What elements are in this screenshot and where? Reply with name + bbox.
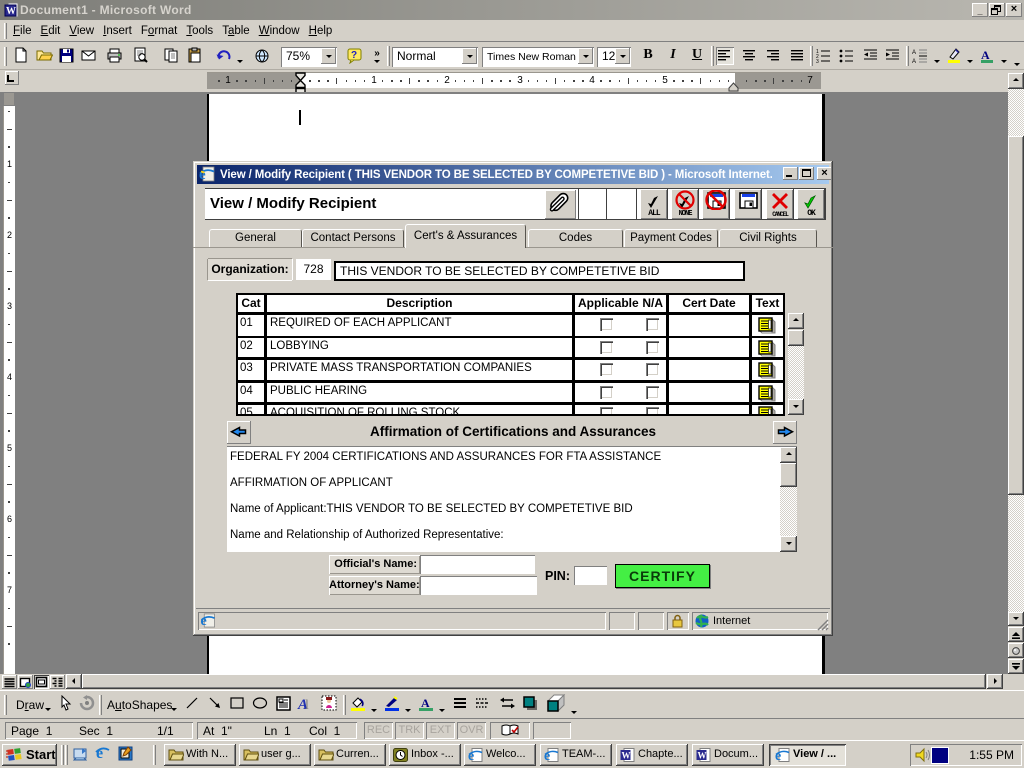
svg-text:e: e (775, 749, 781, 762)
svg-text:3: 3 (816, 59, 819, 64)
svg-text:e: e (199, 167, 206, 182)
svg-text:A: A (981, 48, 990, 62)
svg-text:W: W (6, 6, 16, 17)
svg-text:A: A (912, 50, 916, 56)
svg-text:l: l (305, 698, 309, 712)
svg-text:A: A (912, 59, 916, 64)
svg-text:e: e (544, 749, 550, 762)
svg-text:e: e (468, 749, 474, 762)
svg-text:W: W (698, 751, 707, 761)
svg-text:W: W (622, 751, 631, 761)
svg-text:?: ? (351, 50, 357, 61)
svg-text:A: A (421, 696, 430, 710)
svg-text:e: e (201, 613, 207, 628)
svg-text:e: e (96, 745, 103, 761)
